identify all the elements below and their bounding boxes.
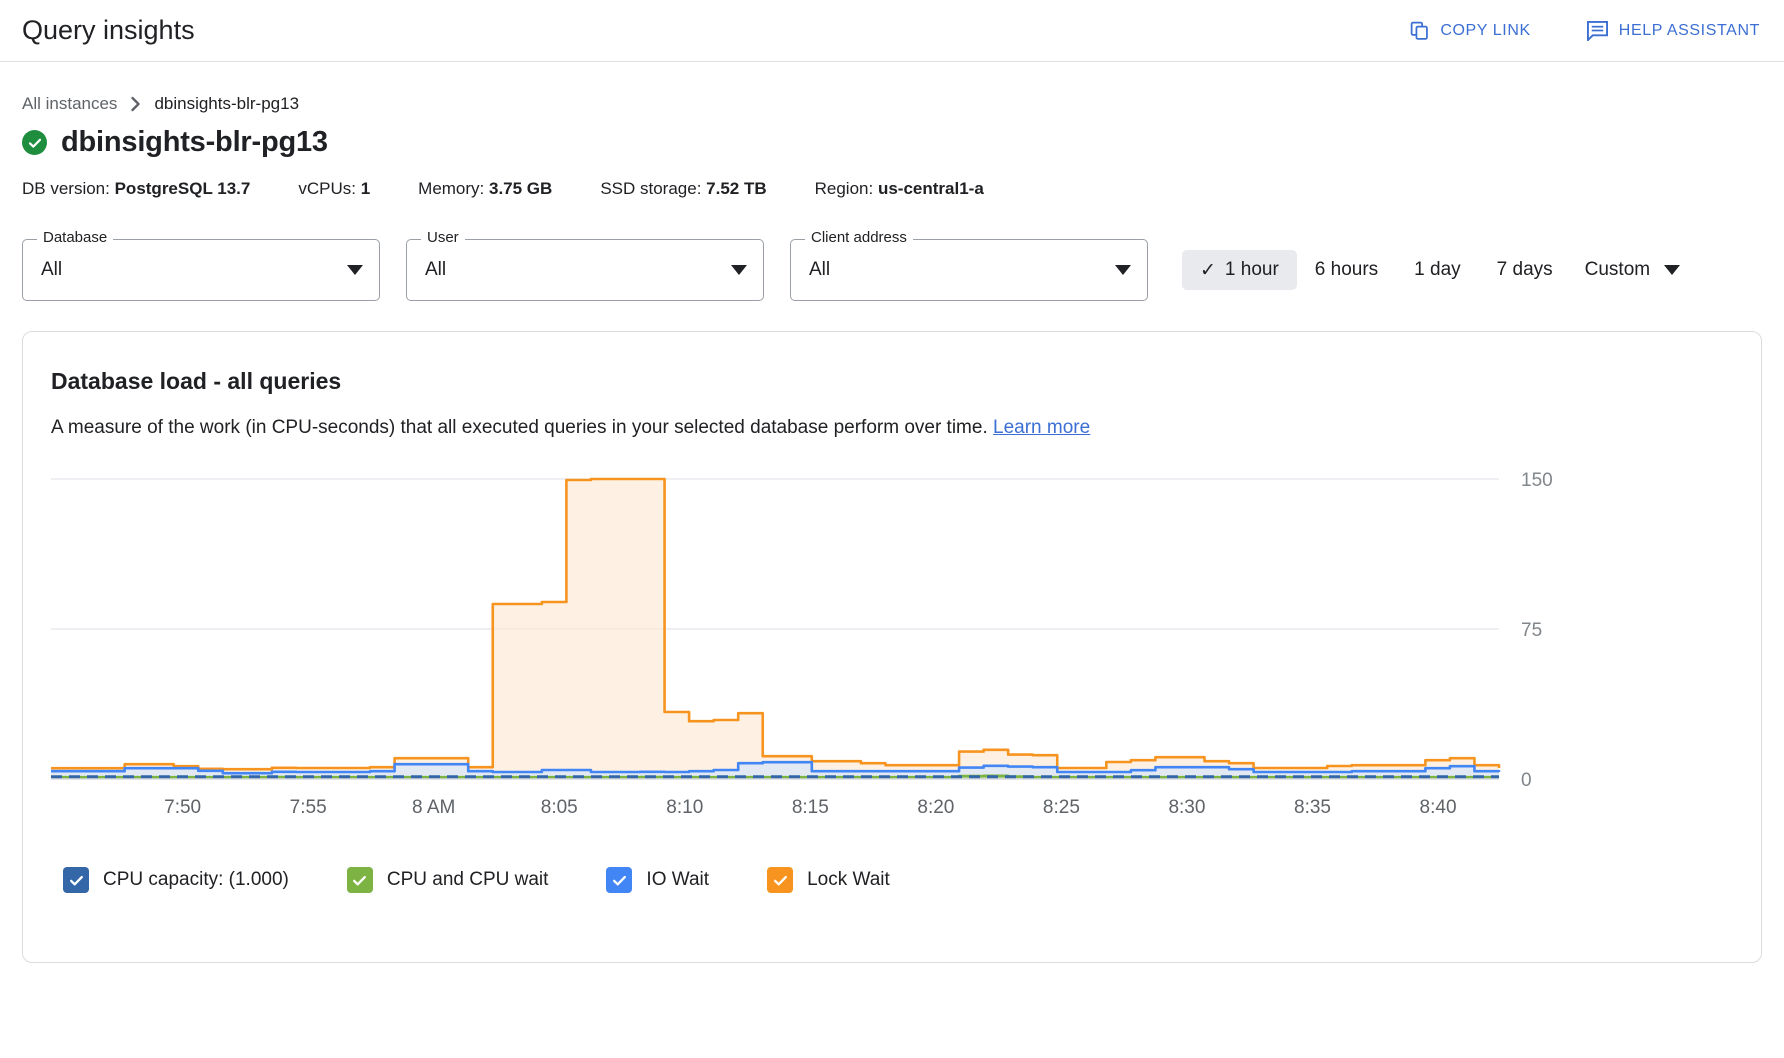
chart-legend: CPU capacity: (1.000) CPU and CPU wait I… xyxy=(63,867,1735,893)
chart-canvas: 0 75 150 7:50 7:55 8 AM 8:05 8:10 8:15 8:20 8:25 8:… xyxy=(49,469,1739,839)
instance-name: dbinsights-blr-pg13 xyxy=(61,126,328,159)
line-lock-wait xyxy=(51,479,1499,769)
top-bar: Query insights COPY LINK HELP ASSISTANT xyxy=(0,0,1784,62)
legend-item-cpu-and-cpu-wait[interactable]: CPU and CPU wait xyxy=(347,867,549,893)
x-axis-tick-label: 8:20 xyxy=(917,797,954,818)
filter-bar: Database All User All Client address All… xyxy=(22,239,1762,301)
time-range-1-hour-label: 1 hour xyxy=(1225,259,1279,281)
database-load-chart[interactable]: 0 75 150 7:50 7:55 8 AM 8:05 8:10 8:15 8:20 8:25 8:… xyxy=(49,469,1735,839)
user-select-value: All xyxy=(425,259,446,281)
client-address-select-label: Client address xyxy=(805,229,913,246)
help-assistant-button[interactable]: HELP ASSISTANT xyxy=(1586,20,1760,41)
legend-label-lock-wait: Lock Wait xyxy=(807,869,890,891)
user-select-label: User xyxy=(421,229,465,246)
y-axis-tick-label: 150 xyxy=(1521,470,1553,491)
breadcrumb-current: dbinsights-blr-pg13 xyxy=(154,94,299,114)
x-axis-tick-label: 8 AM xyxy=(412,797,455,818)
client-address-select[interactable]: Client address All xyxy=(790,239,1148,301)
legend-item-cpu-capacity[interactable]: CPU capacity: (1.000) xyxy=(63,867,289,893)
meta-ssd-storage: SSD storage: 7.52 TB xyxy=(600,179,766,199)
meta-vcpus: vCPUs: 1 xyxy=(298,179,370,199)
client-address-select-value: All xyxy=(809,259,830,281)
breadcrumb-all-instances[interactable]: All instances xyxy=(22,94,117,114)
x-axis-tick-label: 7:55 xyxy=(290,797,327,818)
meta-region: Region: us-central1-a xyxy=(815,179,984,199)
legend-label-io-wait: IO Wait xyxy=(646,869,709,891)
time-range-1-day[interactable]: 1 day xyxy=(1396,250,1478,290)
x-axis-tick-label: 8:05 xyxy=(541,797,578,818)
learn-more-link[interactable]: Learn more xyxy=(993,417,1090,438)
legend-item-io-wait[interactable]: IO Wait xyxy=(606,867,709,893)
instance-title-row: dbinsights-blr-pg13 xyxy=(22,126,1762,159)
instance-metadata: DB version: PostgreSQL 13.7 vCPUs: 1 Mem… xyxy=(22,179,1762,199)
y-axis-tick-label: 75 xyxy=(1521,620,1542,641)
check-icon: ✓ xyxy=(1200,261,1216,280)
chevron-down-icon xyxy=(731,265,747,275)
legend-checkbox-cpu-capacity[interactable] xyxy=(63,867,89,893)
time-range-7-days-label: 7 days xyxy=(1497,259,1553,281)
legend-checkbox-io-wait[interactable] xyxy=(606,867,632,893)
meta-db-version: DB version: PostgreSQL 13.7 xyxy=(22,179,250,199)
database-select-label: Database xyxy=(37,229,113,246)
x-axis-tick-label: 8:15 xyxy=(792,797,829,818)
user-select[interactable]: User All xyxy=(406,239,764,301)
legend-checkbox-lock-wait[interactable] xyxy=(767,867,793,893)
chevron-right-icon xyxy=(129,96,142,112)
time-range-7-days[interactable]: 7 days xyxy=(1479,250,1571,290)
database-select-value: All xyxy=(41,259,62,281)
database-select[interactable]: Database All xyxy=(22,239,380,301)
chevron-down-icon xyxy=(1664,265,1680,275)
help-assistant-icon xyxy=(1586,20,1609,41)
x-axis-tick-label: 8:40 xyxy=(1420,797,1457,818)
status-ok-icon xyxy=(22,130,47,155)
legend-label-cpu-capacity: CPU capacity: (1.000) xyxy=(103,869,289,891)
x-axis-tick-label: 8:25 xyxy=(1043,797,1080,818)
card-description-text: A measure of the work (in CPU-seconds) t… xyxy=(51,417,988,438)
x-axis-tick-label: 8:10 xyxy=(666,797,703,818)
x-axis-tick-label: 8:30 xyxy=(1168,797,1205,818)
time-range-1-day-label: 1 day xyxy=(1414,259,1460,281)
x-axis-tick-label: 7:50 xyxy=(164,797,201,818)
time-range-custom[interactable]: Custom xyxy=(1571,250,1694,290)
legend-checkbox-cpu-and-cpu-wait[interactable] xyxy=(347,867,373,893)
help-assistant-label: HELP ASSISTANT xyxy=(1619,22,1760,40)
page-title: Query insights xyxy=(22,15,195,46)
breadcrumb: All instances dbinsights-blr-pg13 xyxy=(22,94,1762,114)
chevron-down-icon xyxy=(1115,265,1131,275)
card-title: Database load - all queries xyxy=(51,368,1735,395)
chevron-down-icon xyxy=(347,265,363,275)
meta-memory: Memory: 3.75 GB xyxy=(418,179,552,199)
time-range-6-hours[interactable]: 6 hours xyxy=(1297,250,1396,290)
time-range-custom-label: Custom xyxy=(1585,259,1650,281)
legend-label-cpu-and-cpu-wait: CPU and CPU wait xyxy=(387,869,549,891)
copy-link-button[interactable]: COPY LINK xyxy=(1409,20,1530,41)
time-range-tabs: ✓ 1 hour 6 hours 1 day 7 days Custom xyxy=(1182,239,1694,301)
time-range-6-hours-label: 6 hours xyxy=(1315,259,1378,281)
y-axis-tick-label: 0 xyxy=(1521,770,1532,791)
legend-item-lock-wait[interactable]: Lock Wait xyxy=(767,867,890,893)
x-axis-tick-label: 8:35 xyxy=(1294,797,1331,818)
card-description: A measure of the work (in CPU-seconds) t… xyxy=(51,417,1735,439)
instance-header-section: All instances dbinsights-blr-pg13 dbinsi… xyxy=(0,94,1784,301)
database-load-card: Database load - all queries A measure of… xyxy=(22,331,1762,963)
copy-icon xyxy=(1409,20,1430,41)
copy-link-label: COPY LINK xyxy=(1440,22,1530,40)
time-range-1-hour[interactable]: ✓ 1 hour xyxy=(1182,250,1297,290)
top-bar-actions: COPY LINK HELP ASSISTANT xyxy=(1409,20,1760,41)
